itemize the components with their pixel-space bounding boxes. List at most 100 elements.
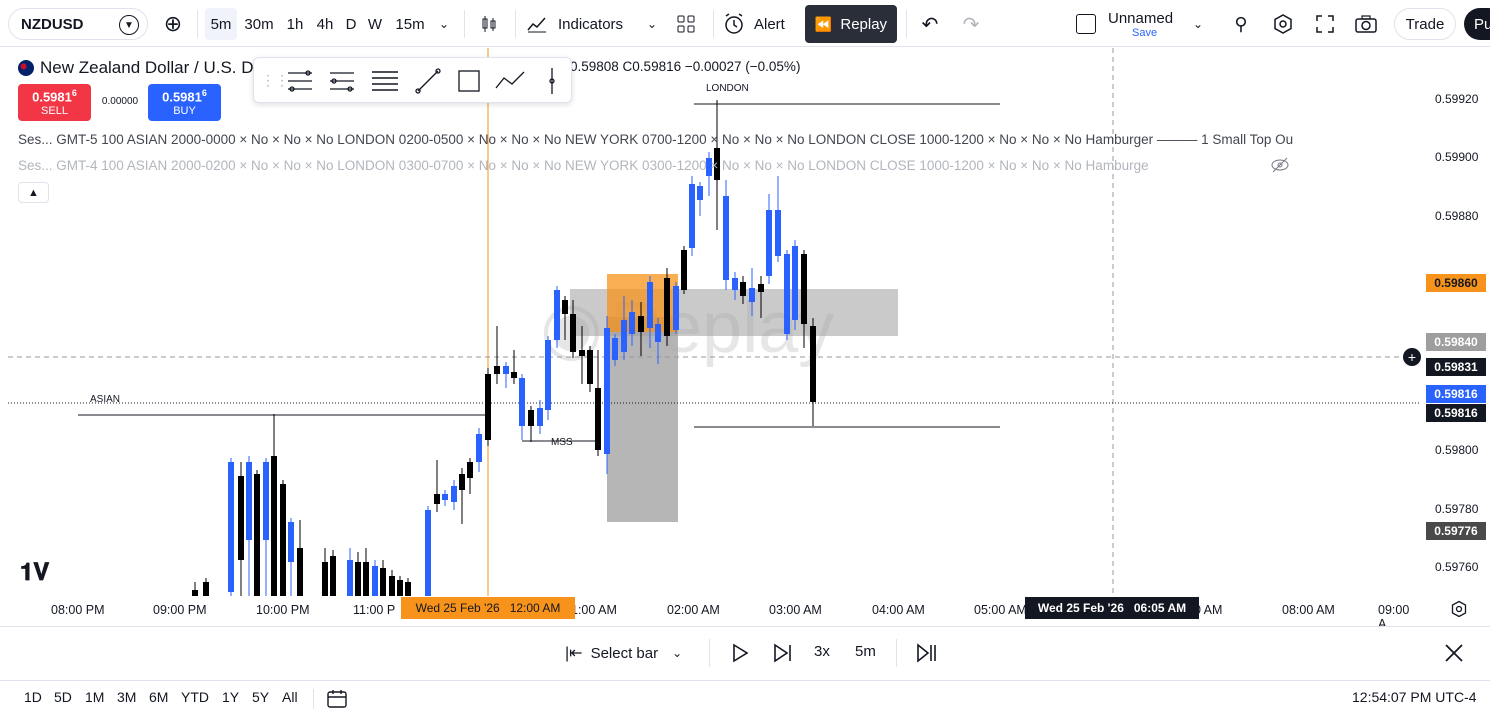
symbol-search[interactable]: NZDUSD ▼	[8, 8, 148, 40]
chevron-down-icon[interactable]: ⌄	[642, 8, 662, 40]
candle-body	[570, 314, 576, 352]
range-1d[interactable]: 1D	[24, 689, 42, 705]
time-tick-label: 05:00 AM	[974, 603, 1027, 617]
time-axis[interactable]: 08:00 PM 09:00 PM 10:00 PM 11:00 P 1:00 AM 02…	[0, 596, 1420, 631]
interval-5m[interactable]: 5m	[205, 8, 237, 40]
session-indicator-1[interactable]: Ses... GMT-5 100 ASIAN 2000-0000 × No × …	[18, 132, 1420, 147]
sell-button[interactable]: 0.59816 SELL	[18, 84, 91, 121]
chevron-down-icon: ⌄	[672, 646, 683, 660]
candle-body	[322, 562, 328, 596]
time-tick-label: 11:00 P	[353, 603, 396, 617]
candle-body	[451, 486, 457, 502]
candle-body	[801, 254, 807, 324]
compare-icon[interactable]: ▼	[119, 15, 139, 35]
session-indicator-2[interactable]: Ses... GMT-4 100 ASIAN 2000-0200 × No × …	[18, 158, 1266, 173]
date-range-bar: 1D 5D 1M 3M 6M YTD 1Y 5Y All 12:54:07 PM…	[0, 680, 1490, 714]
candle-body	[647, 282, 653, 328]
candle-body	[604, 328, 610, 454]
range-1m[interactable]: 1M	[85, 689, 104, 705]
candle-body	[689, 184, 695, 248]
alert-label: Alert	[754, 15, 785, 33]
interval-d[interactable]: D	[341, 8, 361, 40]
candle-body	[330, 556, 336, 596]
fib-extension-icon[interactable]	[330, 72, 354, 92]
add-alert-plus-icon[interactable]: +	[1403, 348, 1421, 366]
calendar-icon[interactable]	[326, 688, 348, 710]
interval-30m[interactable]: 30m	[242, 8, 276, 40]
interval-15m[interactable]: 15m	[391, 8, 429, 40]
speed-button[interactable]: 3x	[814, 643, 830, 660]
buy-price-super: 6	[201, 88, 207, 99]
collapse-legend-button[interactable]: ▲	[18, 182, 49, 203]
undo-icon[interactable]: ↶	[917, 8, 943, 40]
asian-label: ASIAN	[90, 394, 120, 405]
parallel-lines-icon[interactable]	[372, 71, 398, 91]
fullscreen-icon[interactable]	[1312, 8, 1338, 40]
replay-button[interactable]: ⏪ Replay	[805, 5, 897, 43]
redo-icon[interactable]: ↷	[958, 8, 984, 40]
chevron-down-icon[interactable]: ⌄	[1188, 8, 1208, 40]
path-icon[interactable]	[495, 71, 525, 89]
drawing-toolbar: ⋮⋮	[253, 57, 572, 103]
add-symbol-icon[interactable]: ⊕	[160, 8, 186, 40]
layout-checkbox[interactable]	[1074, 8, 1098, 40]
quick-search-icon[interactable]: ⚲	[1228, 8, 1254, 40]
candle-body	[425, 510, 431, 596]
candle-body	[511, 372, 517, 378]
interval-1h[interactable]: 1h	[282, 8, 308, 40]
symbol-legend[interactable]: New Zealand Dollar / U.S. D	[18, 58, 254, 78]
layout-name-button[interactable]: Unnamed Save	[1108, 8, 1184, 40]
settings-icon[interactable]	[1270, 8, 1296, 40]
candle-body	[732, 278, 738, 290]
clock-timezone[interactable]: 12:54:07 PM UTC-4	[1352, 689, 1477, 705]
chevron-down-icon[interactable]: ⌄	[434, 8, 454, 40]
price-tick-label: 0.59880	[1435, 209, 1479, 223]
range-5d[interactable]: 5D	[54, 689, 72, 705]
publish-button[interactable]: Pu	[1464, 8, 1490, 40]
chart-settings-icon[interactable]	[1450, 600, 1468, 618]
select-bar-button[interactable]: |⇤ Select bar ⌄	[565, 639, 682, 667]
candle-body	[476, 434, 482, 462]
symbol-title: New Zealand Dollar / U.S. D	[40, 58, 254, 77]
price-tick-label: 0.59780	[1435, 502, 1479, 516]
trend-line-icon[interactable]	[415, 68, 441, 94]
time-tick-label: 1:00 AM	[571, 603, 617, 617]
vertical-line-icon[interactable]	[549, 68, 555, 94]
candle-body	[664, 278, 670, 336]
range-all[interactable]: All	[282, 689, 298, 705]
candle-body	[749, 288, 755, 302]
replay-controls-bar: |⇤ Select bar ⌄ 3x 5m	[0, 626, 1490, 678]
range-ytd[interactable]: YTD	[181, 689, 209, 705]
time-tick-label: 04:00 AM	[872, 603, 925, 617]
replay-interval-button[interactable]: 5m	[855, 643, 876, 660]
camera-icon[interactable]	[1352, 8, 1380, 40]
indicators-button[interactable]: Indicators	[526, 8, 630, 40]
interval-w[interactable]: W	[364, 8, 386, 40]
tradingview-logo[interactable]: 𝟏𝐕	[20, 559, 50, 586]
indicators-label: Indicators	[558, 15, 624, 33]
range-1y[interactable]: 1Y	[222, 689, 239, 705]
jump-to-realtime-icon[interactable]	[915, 641, 939, 665]
range-6m[interactable]: 6M	[149, 689, 168, 705]
play-icon[interactable]	[730, 641, 750, 665]
eye-hidden-icon[interactable]	[1270, 156, 1290, 174]
step-forward-icon[interactable]	[772, 641, 794, 665]
replay-start-time-label: Wed 25 Feb '26 12:00 AM	[401, 597, 575, 619]
chart-area[interactable]: ◉ Replay ASIAN LONDON MSS 𝟏𝐕 0.599200.59	[0, 48, 1490, 631]
replay-label: Replay	[840, 15, 888, 33]
templates-icon[interactable]	[672, 8, 700, 40]
chart-type-icon[interactable]	[474, 8, 504, 40]
trade-button[interactable]: Trade	[1394, 8, 1456, 40]
interval-4h[interactable]: 4h	[312, 8, 338, 40]
fib-retracement-icon[interactable]	[288, 70, 312, 92]
price-tick-label: 0.59760	[1435, 560, 1479, 574]
buy-button[interactable]: 0.59816 BUY	[148, 84, 221, 121]
range-5y[interactable]: 5Y	[252, 689, 269, 705]
alert-button[interactable]: Alert	[722, 8, 796, 40]
symbol-label: NZDUSD	[21, 15, 84, 33]
rectangle-icon[interactable]	[458, 70, 480, 92]
candle-body	[434, 494, 440, 504]
range-3m[interactable]: 3M	[117, 689, 136, 705]
candle-body	[612, 338, 618, 360]
close-icon[interactable]	[1443, 642, 1465, 664]
